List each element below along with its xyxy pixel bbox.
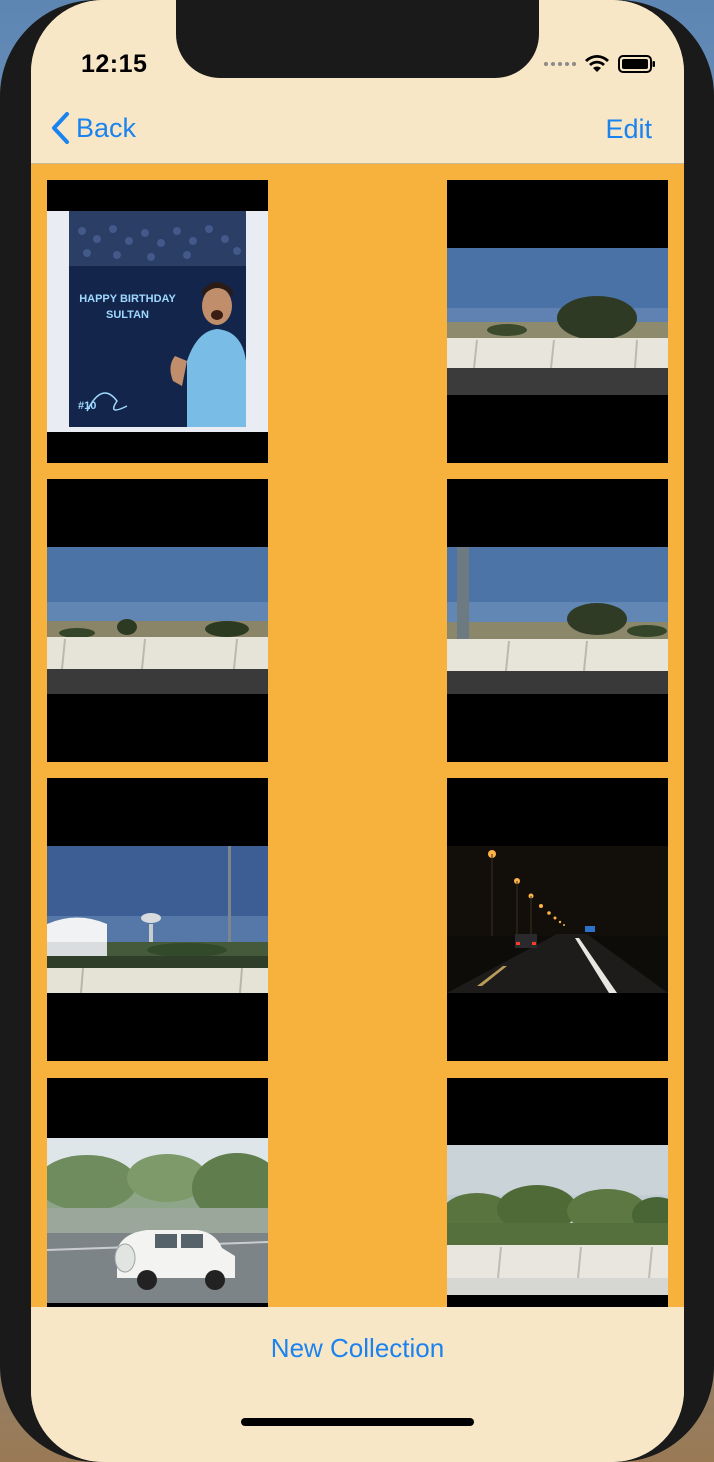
photo-cell[interactable] bbox=[447, 180, 668, 463]
status-bar: 12:15 bbox=[31, 0, 684, 96]
back-label: Back bbox=[76, 112, 137, 143]
poster-number: #10 bbox=[78, 400, 97, 412]
edit-button[interactable]: Edit bbox=[605, 114, 652, 145]
photo-cell[interactable] bbox=[47, 1078, 268, 1307]
photo-cell[interactable]: HAPPY BIRTHDAY SULTAN #10 bbox=[47, 180, 268, 463]
home-indicator[interactable] bbox=[241, 1418, 474, 1426]
navigation-bar: Back Edit bbox=[31, 96, 684, 164]
app-screen: 12:15 Back Edit HAPPY BIRTHDAY SULTAN #1… bbox=[31, 0, 684, 1462]
photo-cell[interactable] bbox=[447, 479, 668, 762]
roadside-trees-photo bbox=[447, 1145, 668, 1295]
highway-daylight-photo-1 bbox=[447, 248, 668, 395]
status-icons bbox=[544, 53, 656, 75]
highway-lamppost-photo bbox=[447, 547, 668, 694]
new-collection-button[interactable]: New Collection bbox=[31, 1333, 684, 1364]
photo-cell[interactable] bbox=[47, 778, 268, 1061]
photo-cell[interactable] bbox=[447, 778, 668, 1061]
white-suv-photo bbox=[47, 1138, 268, 1303]
highway-daylight-photo-2 bbox=[47, 547, 268, 694]
battery-icon bbox=[618, 55, 655, 73]
photo-collection-grid[interactable]: HAPPY BIRTHDAY SULTAN #10 bbox=[31, 164, 684, 1307]
poster-headline: HAPPY BIRTHDAY bbox=[79, 293, 176, 305]
notch bbox=[176, 0, 539, 78]
wifi-icon bbox=[585, 55, 609, 72]
status-time: 12:15 bbox=[81, 50, 148, 78]
phone-frame: 12:15 Back Edit HAPPY BIRTHDAY SULTAN #1… bbox=[0, 0, 714, 1462]
back-button[interactable]: Back bbox=[50, 111, 136, 145]
stadium-water-tower-photo bbox=[47, 846, 268, 993]
bottom-toolbar: New Collection bbox=[31, 1307, 684, 1462]
signal-icon bbox=[544, 62, 576, 66]
poster-subline: SULTAN bbox=[106, 309, 149, 321]
chevron-left-icon bbox=[52, 112, 69, 144]
photo-cell[interactable] bbox=[47, 479, 268, 762]
photo-cell[interactable] bbox=[447, 1078, 668, 1307]
night-highway-photo bbox=[447, 846, 668, 993]
